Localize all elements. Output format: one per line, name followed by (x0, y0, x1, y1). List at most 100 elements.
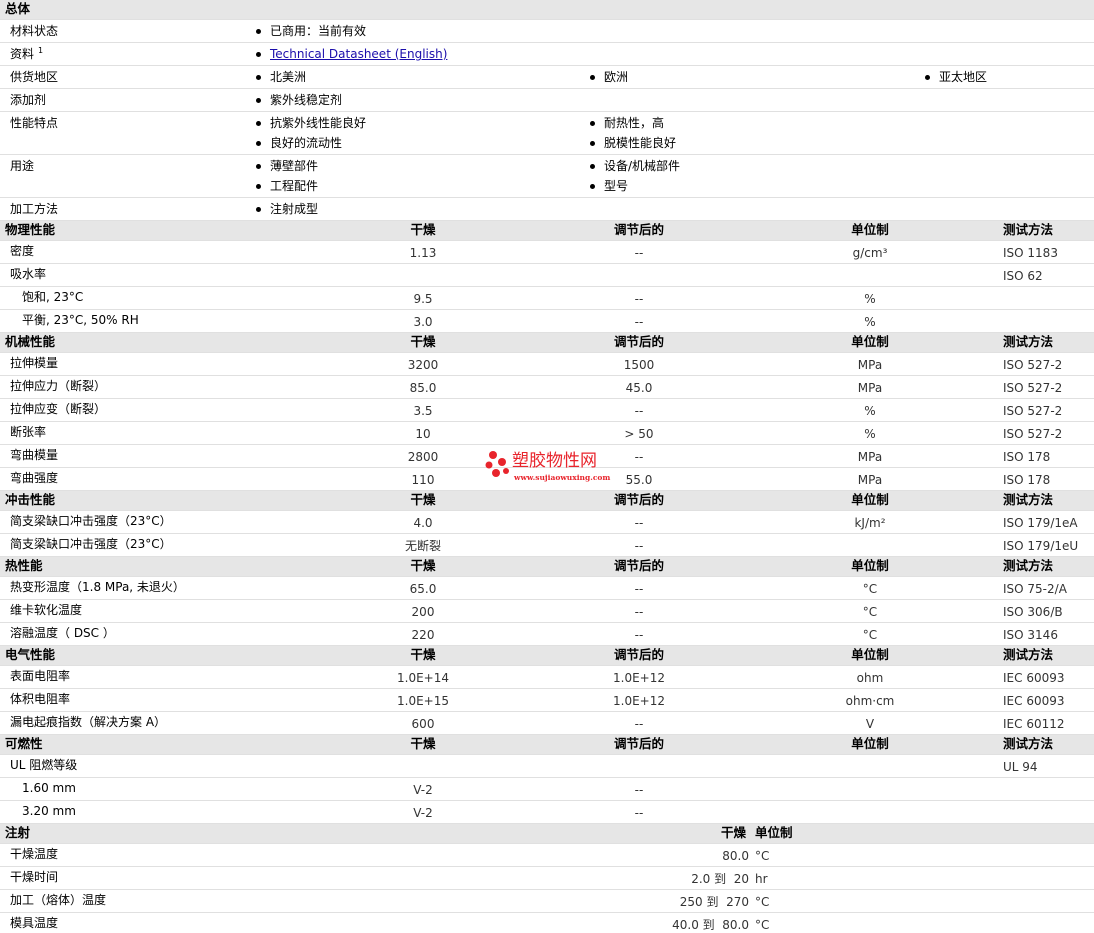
general-row-label: 供货地区 (10, 70, 59, 84)
section-title: 机械性能 (5, 334, 56, 349)
property-row: 1.60 mm V-2 -- (0, 778, 1094, 801)
property-conditioned: -- (634, 404, 644, 418)
property-name: 体积电阻率 (10, 692, 71, 706)
property-row: 拉伸应变（断裂） 3.5 --% ISO 527-2 (0, 399, 1094, 422)
col-header-dry: 干燥 (410, 736, 436, 751)
watermark-title: 塑胶物性网 (512, 451, 597, 471)
property-method: ISO 179/1eA (1003, 516, 1078, 530)
injection-name: 干燥温度 (10, 847, 59, 861)
property-conditioned: 1500 (623, 358, 655, 372)
property-name: 平衡, 23°C, 50% RH (22, 313, 139, 327)
property-unit: °C (862, 582, 878, 596)
col-header-dry: 干燥 (410, 558, 436, 573)
general-item: 抗紫外线性能良好 (270, 116, 367, 130)
col-header-method: 测试方法 (1003, 222, 1054, 237)
col-header-conditioned: 调节后的 (613, 222, 665, 237)
general-item: 良好的流动性 (270, 136, 343, 150)
property-name: UL 阻燃等级 (10, 758, 78, 772)
property-dry: 3200 (407, 358, 439, 372)
property-unit: MPa (857, 381, 883, 395)
property-dry: 10 (415, 427, 431, 441)
property-method: ISO 306/B (1003, 605, 1063, 619)
general-item: 注射成型 (270, 202, 319, 216)
bullet-icon (590, 75, 595, 80)
bullet-icon (256, 164, 261, 169)
col-header-unit: 单位制 (851, 558, 889, 573)
section-header-electrical: 电气性能 干燥 调节后的 单位制 测试方法 (0, 646, 1094, 666)
property-method: ISO 1183 (1003, 246, 1058, 260)
general-row-label: 资料 (10, 47, 35, 61)
property-unit: °C (862, 628, 878, 642)
section-title: 物理性能 (5, 222, 56, 237)
section-title: 冲击性能 (5, 492, 56, 507)
general-item: 北美洲 (270, 70, 307, 84)
bullet-icon (256, 75, 261, 80)
property-dry: 85.0 (409, 381, 437, 395)
property-conditioned: -- (634, 315, 644, 329)
section-title: 热性能 (5, 558, 43, 573)
section-header-injection: 注射 干燥 单位制 (0, 824, 1094, 844)
property-conditioned: 45.0 (625, 381, 653, 395)
property-method: ISO 179/1eU (1003, 539, 1079, 553)
property-dry: 220 (411, 628, 435, 642)
property-conditioned: -- (634, 246, 644, 260)
general-row: 添加剂 紫外线稳定剂 (0, 89, 1094, 112)
property-row: UL 阻燃等级 UL 94 (0, 755, 1094, 778)
col-header-unit: 单位制 (851, 736, 889, 751)
general-item: 脱模性能良好 (604, 136, 677, 150)
property-method: ISO 62 (1003, 269, 1043, 283)
property-method: ISO 75-2/A (1003, 582, 1067, 596)
property-dry: 600 (411, 717, 435, 731)
section-title: 电气性能 (5, 647, 56, 662)
injection-row: 加工（熔体）温度 250 到 270 °C (0, 890, 1094, 913)
property-row: 饱和, 23°C 9.5 --% (0, 287, 1094, 310)
general-item: 设备/机械部件 (604, 159, 681, 173)
property-row: 拉伸模量 3200 1500 MPa ISO 527-2 (0, 353, 1094, 376)
general-row-label: 加工方法 (10, 202, 59, 216)
property-conditioned: -- (634, 450, 644, 464)
property-name: 弯曲模量 (10, 448, 59, 462)
general-item: 亚太地区 (939, 70, 988, 84)
bullet-icon (590, 141, 595, 146)
property-unit: MPa (857, 358, 883, 372)
col-header-dry: 干燥 (410, 222, 436, 237)
property-name: 1.60 mm (22, 781, 76, 795)
footnote-marker: 1 (38, 46, 44, 55)
property-method: UL 94 (1003, 760, 1038, 774)
property-name: 溶融温度（ DSC ） (10, 626, 115, 640)
property-row: 热变形温度（1.8 MPa, 未退火） 65.0 -- °C ISO 75-2/A (0, 577, 1094, 600)
injection-unit: °C (755, 918, 770, 932)
property-conditioned: 1.0E+12 (613, 694, 665, 708)
property-conditioned: 1.0E+12 (613, 671, 665, 685)
property-dry: V-2 (413, 783, 433, 797)
watermark-logo: 塑胶物性网 www.sujiaowuxing.com (484, 449, 614, 485)
general-row: 用途 薄壁部件 设备/机械部件 工程配件 型号 (0, 155, 1094, 198)
injection-name: 模具温度 (10, 916, 59, 930)
property-conditioned: -- (634, 628, 644, 642)
property-dry: 3.0 (413, 315, 433, 329)
property-unit: % (864, 427, 876, 441)
property-dry: 4.0 (413, 516, 433, 530)
property-name: 简支梁缺口冲击强度（23°C） (10, 537, 172, 551)
property-conditioned: -- (634, 292, 644, 306)
col-header-method: 测试方法 (1003, 647, 1054, 662)
property-dry: 1.13 (409, 246, 437, 260)
datasheet-link[interactable]: Technical Datasheet (English) (270, 46, 447, 62)
property-name: 饱和, 23°C (22, 290, 84, 304)
property-dry: 1.0E+14 (397, 671, 449, 685)
col-header-unit: 单位制 (755, 825, 793, 840)
injection-row: 模具温度 40.0 到 80.0 °C (0, 913, 1094, 933)
col-header-dry: 干燥 (410, 647, 436, 662)
property-dry: 110 (411, 473, 435, 487)
bullet-icon (256, 52, 261, 57)
property-method: ISO 527-2 (1003, 427, 1063, 441)
property-unit: kJ/m² (854, 516, 886, 530)
col-header-unit: 单位制 (851, 492, 889, 507)
property-row: 表面电阻率 1.0E+14 1.0E+12 ohm IEC 60093 (0, 666, 1094, 689)
property-row: 3.20 mm V-2 -- (0, 801, 1094, 824)
bullet-icon (925, 75, 930, 80)
property-row: 吸水率 ISO 62 (0, 264, 1094, 287)
property-method: ISO 527-2 (1003, 404, 1063, 418)
injection-value: 80.0 (722, 849, 749, 863)
property-name: 漏电起痕指数（解决方案 A） (10, 715, 167, 729)
